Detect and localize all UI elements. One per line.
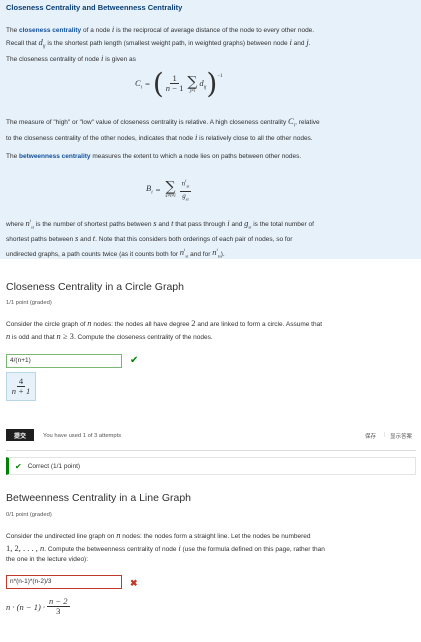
incorrect-cross-icon: ✖: [130, 578, 138, 588]
betweenness-formula: Bi = ∑ s≠t≠i nist gst: [146, 178, 192, 202]
show-answer-button[interactable]: 显示答案: [390, 432, 412, 440]
intro-paragraph-4: where nist is the number of shortest pat…: [6, 217, 314, 260]
problem2-answer-input[interactable]: n*(n-1)*(n-2)/3: [6, 575, 122, 589]
intro-paragraph-1: The closeness centrality of a node i is …: [6, 24, 315, 63]
problem2-answer-preview: n · (n − 1) · n − 23: [6, 596, 70, 616]
problem2-points: 0/1 point (graded): [6, 512, 52, 518]
problem1-points: 1/1 point (graded): [6, 300, 52, 306]
problem1-title: Closeness Centrality in a Circle Graph: [6, 281, 184, 293]
problem2-text: Consider the undirected line graph on n …: [6, 530, 325, 563]
problem1-answer-preview: 4n + 1: [6, 372, 36, 401]
closeness-formula: Ci = ( 1n − 1 ∑ j≠i dij ) −1: [135, 67, 223, 100]
intro-panel: Closeness Centrality and Betweenness Cen…: [0, 0, 421, 259]
intro-paragraph-2: The measure of "high" or "low" value of …: [6, 116, 320, 143]
button-separator: |: [384, 432, 386, 438]
problem1-feedback: ✔ Correct (1/1 point): [6, 457, 416, 475]
correct-check-icon: ✔: [15, 461, 22, 471]
intro-title: Closeness Centrality and Betweenness Cen…: [6, 3, 183, 12]
problem1-text: Consider the circle graph of n nodes: th…: [6, 318, 322, 341]
problem1-answer-input[interactable]: 4/(n+1): [6, 354, 122, 368]
correct-check-icon: ✔: [130, 355, 139, 366]
submit-button[interactable]: 提交: [6, 429, 34, 441]
divider: [6, 450, 416, 451]
intro-paragraph-3: The betweenness centrality measures the …: [6, 153, 302, 160]
problem2-title: Betweenness Centrality in a Line Graph: [6, 492, 192, 504]
attempts-text: You have used 1 of 3 attempts: [43, 433, 122, 439]
save-button[interactable]: 保存: [365, 432, 376, 440]
